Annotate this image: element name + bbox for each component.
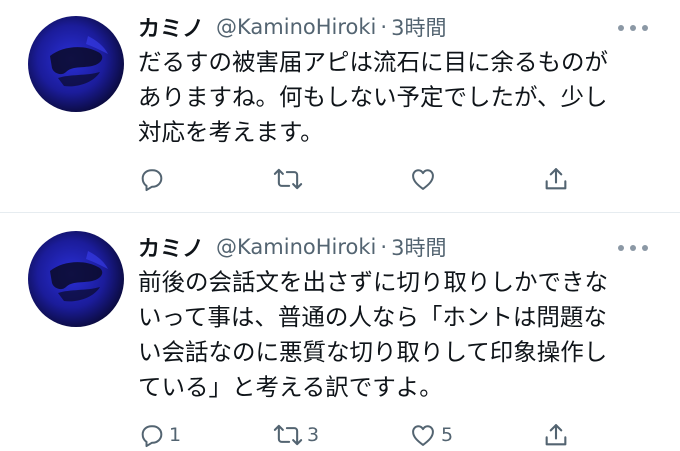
share-icon (545, 424, 567, 446)
tweet-actions (138, 164, 658, 194)
like-button[interactable] (408, 164, 441, 194)
tweet-text: だるすの被害届アピは流石に目に余るものが ありますね。何もしない予定でしたが、少… (138, 45, 668, 150)
timestamp[interactable]: 3時間 (391, 232, 446, 262)
author-name[interactable]: カミノ (138, 231, 204, 263)
tweet-actions: 1 3 5 (138, 420, 658, 450)
separator-dot: · (380, 235, 388, 259)
share-button[interactable] (542, 164, 570, 194)
like-count: 5 (441, 424, 454, 446)
tweet-text-line: い会話なのに悪質な切り取りして印象操作し (138, 338, 608, 366)
reply-icon (141, 169, 163, 192)
more-options-icon[interactable] (618, 22, 648, 34)
heart-icon (412, 425, 434, 446)
separator-dot: · (380, 15, 388, 39)
tweet-text: 前後の会話文を出さずに切り取りしかできな いって事は、普通の人なら「ホントは問題… (138, 265, 668, 405)
timestamp[interactable]: 3時間 (391, 12, 446, 42)
retweet-count: 3 (307, 424, 320, 446)
avatar-image (50, 36, 108, 87)
retweet-button[interactable] (272, 164, 307, 194)
reply-count: 1 (169, 424, 182, 446)
share-button[interactable] (542, 420, 570, 450)
tweet-text-line: ている」と考える訳ですよ。 (138, 373, 443, 401)
avatar[interactable] (28, 16, 124, 112)
author-name[interactable]: カミノ (138, 11, 204, 43)
tweet-text-line: だるすの被害届アピは流石に目に余るものが (138, 48, 608, 76)
heart-icon (412, 169, 434, 190)
tweet-text-line: ありますね。何もしない予定でしたが、少し (138, 83, 608, 111)
retweet-button[interactable]: 3 (272, 420, 319, 450)
tweet-text-line: 前後の会話文を出さずに切り取りしかできな (138, 268, 608, 296)
tweet-header: カミノ @KaminoHiroki · 3時間 (138, 230, 446, 264)
reply-icon (141, 425, 163, 448)
tweet-text-line: いって事は、普通の人なら「ホントは問題な (138, 303, 607, 331)
avatar[interactable] (28, 231, 124, 327)
reply-button[interactable]: 1 (138, 420, 181, 450)
share-icon (545, 168, 567, 190)
reply-button[interactable] (138, 164, 169, 194)
author-handle[interactable]: @KaminoHiroki (216, 235, 376, 259)
like-button[interactable]: 5 (408, 420, 453, 450)
tweet-text-line: 対応を考えます。 (138, 118, 324, 146)
author-handle[interactable]: @KaminoHiroki (216, 15, 376, 39)
more-options-icon[interactable] (618, 242, 648, 254)
tweet[interactable]: カミノ @KaminoHiroki · 3時間 だるすの被害届アピは流石に目に余… (0, 0, 680, 212)
retweet-icon (273, 424, 303, 446)
retweet-icon (273, 168, 303, 190)
avatar-image (50, 251, 108, 302)
tweet-header: カミノ @KaminoHiroki · 3時間 (138, 10, 446, 44)
tweet[interactable]: カミノ @KaminoHiroki · 3時間 前後の会話文を出さずに切り取りし… (0, 213, 680, 451)
